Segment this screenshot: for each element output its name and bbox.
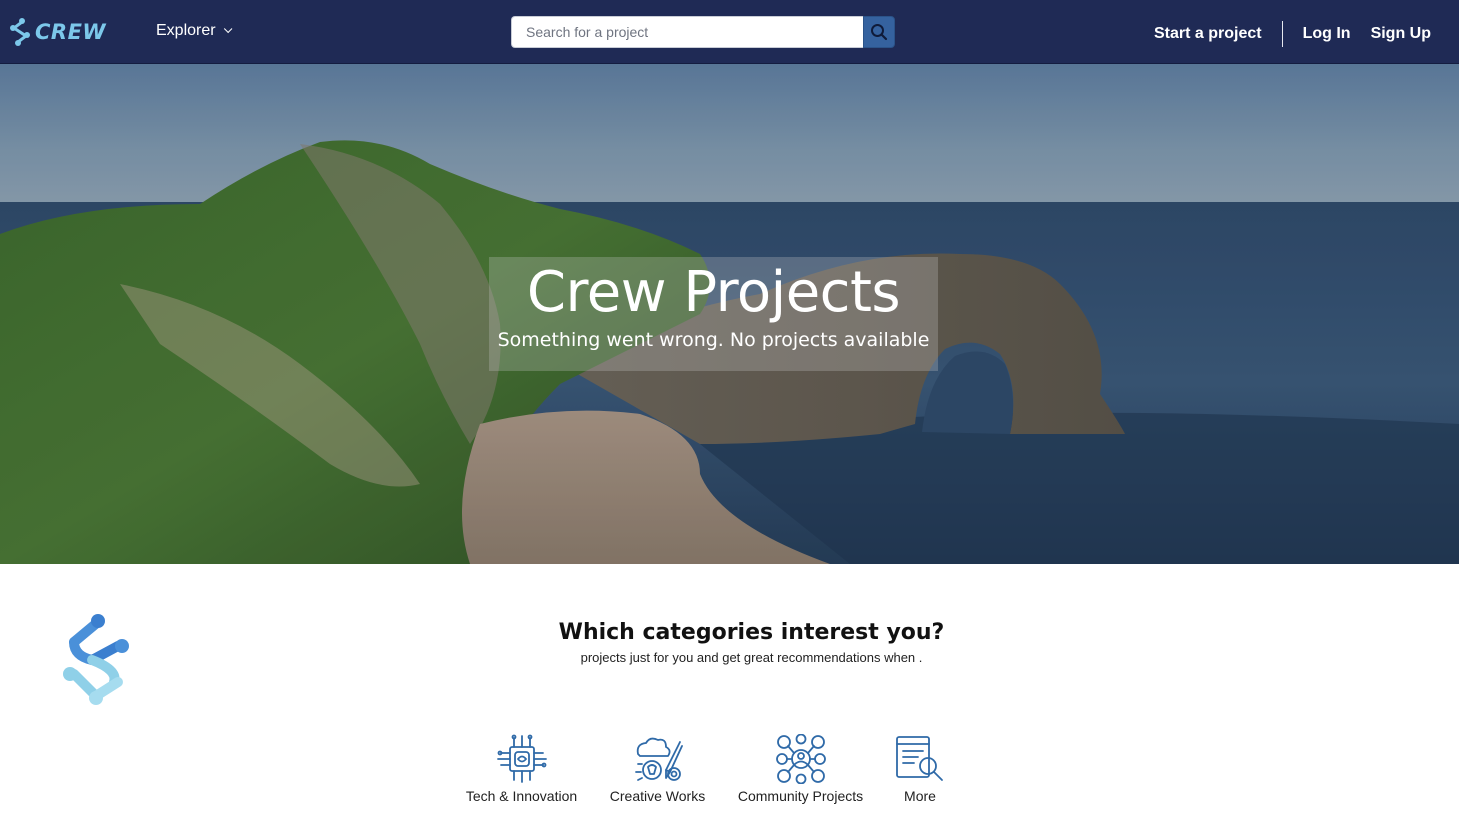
- chevron-down-icon: [223, 24, 232, 34]
- top-navbar: CREW Explorer Start a project Log In Sig…: [0, 0, 1459, 64]
- category-label: Tech & Innovation: [465, 788, 578, 804]
- chip-icon: [496, 734, 547, 783]
- category-community-projects[interactable]: Community Projects: [737, 734, 864, 804]
- hero-subtitle: Something went wrong. No projects availa…: [497, 329, 930, 351]
- categories-heading: Which categories interest you?: [558, 620, 945, 645]
- brand-name: CREW: [35, 20, 107, 44]
- search-input[interactable]: [511, 16, 863, 48]
- explorer-menu[interactable]: Explorer: [156, 22, 232, 40]
- search-icon: [871, 24, 888, 41]
- signup-link[interactable]: Sign Up: [1371, 25, 1431, 43]
- explorer-label: Explorer: [156, 22, 216, 39]
- nav-actions: Start a project Log In Sign Up: [1154, 21, 1431, 47]
- nav-divider: [1281, 21, 1283, 47]
- category-more[interactable]: More: [894, 734, 946, 804]
- search-button[interactable]: [863, 16, 895, 48]
- categories-subheading: projects just for you and get great reco…: [580, 650, 923, 665]
- category-creative-works[interactable]: Creative Works: [609, 734, 706, 804]
- hero-banner: Crew Projects Something went wrong. No p…: [0, 64, 1459, 564]
- brand-logo[interactable]: CREW: [8, 17, 106, 47]
- community-icon: [775, 734, 826, 784]
- category-list: Tech & Innovation Creative Works Communi…: [0, 734, 1459, 814]
- hero-caption: Crew Projects Something went wrong. No p…: [489, 257, 938, 371]
- search-bar: [511, 16, 895, 48]
- start-project-link[interactable]: Start a project: [1154, 25, 1262, 43]
- login-link[interactable]: Log In: [1303, 25, 1351, 43]
- creative-icon: [634, 737, 683, 781]
- category-label: Creative Works: [609, 788, 706, 804]
- category-label: Community Projects: [737, 788, 864, 804]
- hero-title: Crew Projects: [526, 260, 901, 325]
- category-tech-innovation[interactable]: Tech & Innovation: [465, 734, 578, 804]
- document-search-icon: [896, 736, 943, 781]
- crew-logo-icon: [10, 18, 30, 46]
- category-label: More: [904, 788, 936, 804]
